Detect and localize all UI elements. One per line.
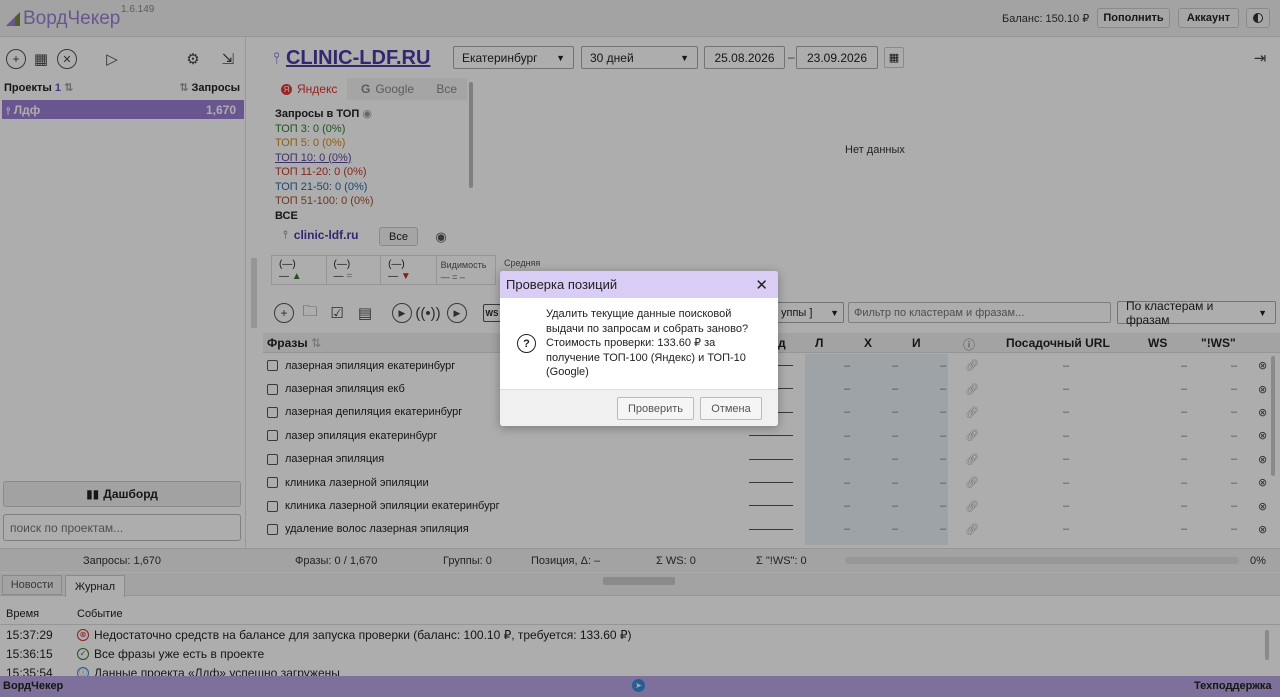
dialog-cancel-button[interactable]: Отмена xyxy=(700,397,762,420)
dialog-confirm-button[interactable]: Проверить xyxy=(617,397,694,420)
dialog-body: ? Удалить текущие данные поисковой выдач… xyxy=(500,298,778,389)
dialog-close-icon[interactable]: ✕ xyxy=(755,276,768,294)
dialog-footer: Проверить Отмена xyxy=(500,389,778,426)
dialog-message-line-2: Стоимость проверки: 133.60 ₽ за получени… xyxy=(546,337,746,379)
dialog-message: Удалить текущие данные поисковой выдачи … xyxy=(546,307,768,380)
check-positions-dialog: Проверка позиций ✕ ? Удалить текущие дан… xyxy=(500,271,778,426)
question-icon: ? xyxy=(517,334,536,353)
dialog-title: Проверка позиций xyxy=(506,277,618,292)
dialog-header: Проверка позиций ✕ xyxy=(500,271,778,298)
dialog-message-line-1: Удалить текущие данные поисковой выдачи … xyxy=(546,308,749,335)
